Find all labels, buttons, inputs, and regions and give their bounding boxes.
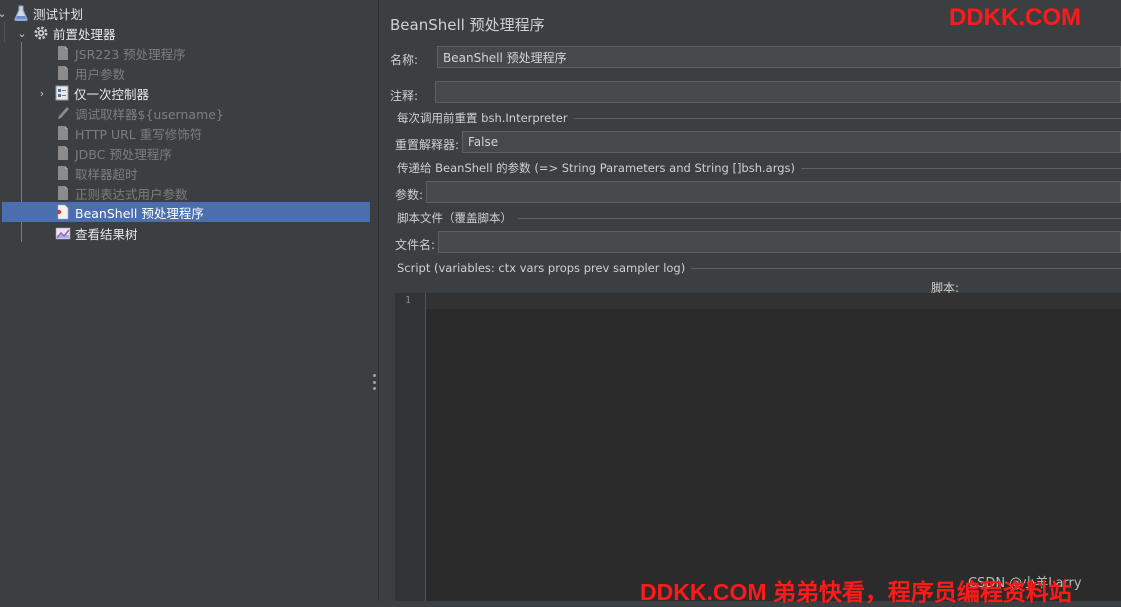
tree-item-preprocessors[interactable]: ⌄ 前置处理器 (0, 23, 371, 43)
script-group: Script (variables: ctx vars props prev s… (397, 260, 1121, 276)
line-number: 1 (404, 295, 411, 306)
tree-item-label: 取样器超时 (75, 166, 138, 182)
current-line-highlight (426, 293, 1121, 309)
tree-item-label: 正则表达式用户参数 (75, 186, 188, 202)
flask-icon (12, 4, 30, 22)
group-title: Script (variables: ctx vars props prev s… (397, 261, 686, 275)
page-icon (54, 64, 72, 82)
beanshell-preprocessor-panel: BeanShell 预处理程序 名称: BeanShell 预处理程序 注释: … (379, 0, 1121, 601)
gear-icon (32, 24, 50, 42)
comment-field[interactable] (435, 81, 1121, 103)
script-editor[interactable]: 1 (395, 293, 1121, 601)
watermark-top: DDKK.COM (949, 4, 1081, 31)
page-icon (54, 124, 72, 142)
controller-icon (53, 84, 71, 102)
tree-item-view-results-tree[interactable]: 查看结果树 (0, 223, 371, 243)
tree-item-jsr223-preprocessor[interactable]: JSR223 预处理程序 (0, 43, 371, 63)
tree-item-regex-user-parameters[interactable]: 正则表达式用户参数 (0, 183, 371, 203)
filename-field[interactable] (438, 231, 1121, 253)
tree-item-once-only-controller[interactable]: › 仅一次控制器 (0, 83, 371, 103)
parameters-label: 参数: (395, 188, 424, 202)
chevron-down-icon[interactable]: ⌄ (0, 7, 8, 20)
page-icon (54, 164, 72, 182)
group-title: 传递给 BeanShell 的参数 (=> String Parameters … (397, 161, 796, 175)
reset-interpreter-label: 重置解释器: (395, 138, 460, 152)
test-plan-tree: ⌄ 测试计划 ⌄ 前置处理器 JSR223 预处理程序 用户参数 › 仅一次控制… (0, 0, 371, 601)
chevron-down-icon[interactable]: ⌄ (16, 27, 28, 40)
reset-interpreter-select[interactable]: False (462, 131, 1121, 153)
tree-item-http-url-rewriter[interactable]: HTTP URL 重写修饰符 (0, 123, 371, 143)
tree-item-label: 仅一次控制器 (74, 86, 150, 102)
tree-item-label: BeanShell 预处理程序 (75, 205, 204, 221)
parameters-field[interactable] (426, 181, 1121, 203)
tree-item-label: 用户参数 (75, 66, 126, 82)
tree-item-label: JDBC 预处理程序 (75, 146, 172, 162)
group-title: 每次调用前重置 bsh.Interpreter (397, 111, 568, 125)
tree-item-test-plan[interactable]: ⌄ 测试计划 (0, 3, 371, 23)
pen-icon (54, 104, 72, 122)
tree-item-label: 查看结果树 (75, 226, 138, 242)
page-icon (54, 144, 72, 162)
line-number-gutter: 1 (395, 293, 426, 601)
tree-item-user-parameters[interactable]: 用户参数 (0, 63, 371, 83)
tree-item-sampler-timeout[interactable]: 取样器超时 (0, 163, 371, 183)
name-label: 名称: (390, 53, 419, 67)
watermark-bottom: DDKK.COM 弟弟快看，程序员编程资料站 (640, 579, 1072, 605)
splitter-grip-icon[interactable] (373, 374, 376, 390)
tree-item-jdbc-preprocessor[interactable]: JDBC 预处理程序 (0, 143, 371, 163)
parameters-group: 传递给 BeanShell 的参数 (=> String Parameters … (397, 160, 1121, 176)
filename-label: 文件名: (395, 238, 436, 252)
script-file-group: 脚本文件（覆盖脚本） (397, 210, 1121, 226)
tree-item-label: HTTP URL 重写修饰符 (75, 126, 203, 142)
chevron-right-icon[interactable]: › (36, 87, 48, 100)
name-field[interactable]: BeanShell 预处理程序 (437, 46, 1121, 68)
tree-item-label: JSR223 预处理程序 (75, 46, 186, 62)
tree-item-debug-sampler[interactable]: 调试取样器${username} (0, 103, 371, 123)
chart-icon (54, 224, 72, 242)
group-title: 脚本文件（覆盖脚本） (397, 211, 512, 225)
panel-splitter[interactable] (371, 0, 379, 601)
tree-item-label: 前置处理器 (53, 26, 116, 42)
page-icon (54, 184, 72, 202)
tree-item-label: 测试计划 (33, 6, 84, 22)
page-title: BeanShell 预处理程序 (390, 16, 545, 34)
tree-item-label: 调试取样器${username} (75, 106, 224, 122)
beanshell-page-icon (54, 203, 72, 221)
reset-interpreter-group: 每次调用前重置 bsh.Interpreter (397, 110, 1121, 126)
page-icon (54, 44, 72, 62)
tree-item-beanshell-preprocessor[interactable]: BeanShell 预处理程序 (2, 202, 370, 222)
comment-label: 注释: (390, 89, 419, 103)
